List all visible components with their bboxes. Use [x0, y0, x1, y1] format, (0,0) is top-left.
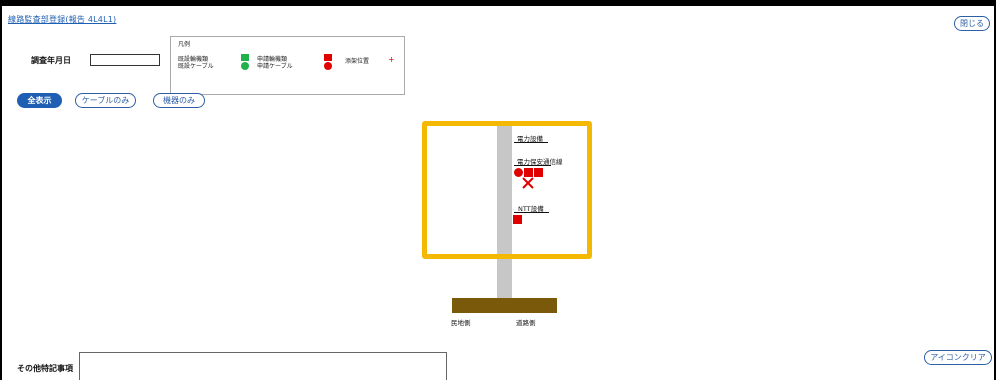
attachment-circle-icon[interactable] [514, 168, 523, 177]
attachment-square-icon[interactable] [534, 168, 543, 177]
equipment-only-button[interactable]: 機器のみ [153, 93, 205, 108]
plus-icon: + [388, 55, 395, 64]
close-button[interactable]: 閉じる [954, 16, 990, 31]
page-title-link[interactable]: 線路監査部登録(報告 4L4L1) [8, 14, 116, 25]
cable-only-button[interactable]: ケーブルのみ [75, 93, 136, 108]
legend-existing-equipment: 既設輪機類 [178, 56, 209, 63]
show-all-button[interactable]: 全表示 [17, 93, 62, 108]
ntt-attachment-square-icon[interactable] [513, 215, 522, 224]
attachment-square-icon[interactable] [524, 168, 533, 177]
red-square-icon [324, 54, 332, 61]
notes-label: その他特記事項 [17, 364, 73, 373]
ground-base [452, 298, 557, 313]
legend-attachment-position: 添架位置 [345, 58, 370, 65]
legend-applied-equipment: 申請輪機類 [257, 56, 288, 63]
remove-x-icon[interactable] [522, 177, 534, 189]
icon-clear-button[interactable]: アイコンクリア [924, 350, 992, 365]
green-square-icon [241, 54, 249, 61]
ntt-equipment-line [514, 212, 549, 213]
legend-existing-cable: 既設ケーブル [178, 63, 214, 70]
power-equipment-line [514, 142, 548, 143]
page: 線路監査部登録(報告 4L4L1) 閉じる 調査年月日 凡例 既設輪機類 既設ケ… [2, 6, 994, 380]
survey-date-label: 調査年月日 [31, 56, 71, 65]
notes-textarea[interactable] [79, 352, 447, 380]
legend-box: 凡例 既設輪機類 既設ケーブル 申請輪機類 申請ケーブル 添架位置 + [170, 36, 405, 95]
legend-applied-cable: 申請ケーブル [257, 63, 293, 70]
survey-date-input[interactable] [90, 54, 160, 66]
power-safety-comm-line [514, 165, 551, 166]
road-side-label: 道路側 [516, 319, 536, 327]
green-circle-icon [241, 62, 249, 70]
red-circle-icon [324, 62, 332, 70]
private-side-label: 民地側 [451, 319, 471, 327]
highlight-frame [422, 121, 592, 259]
legend-title: 凡例 [178, 41, 191, 48]
